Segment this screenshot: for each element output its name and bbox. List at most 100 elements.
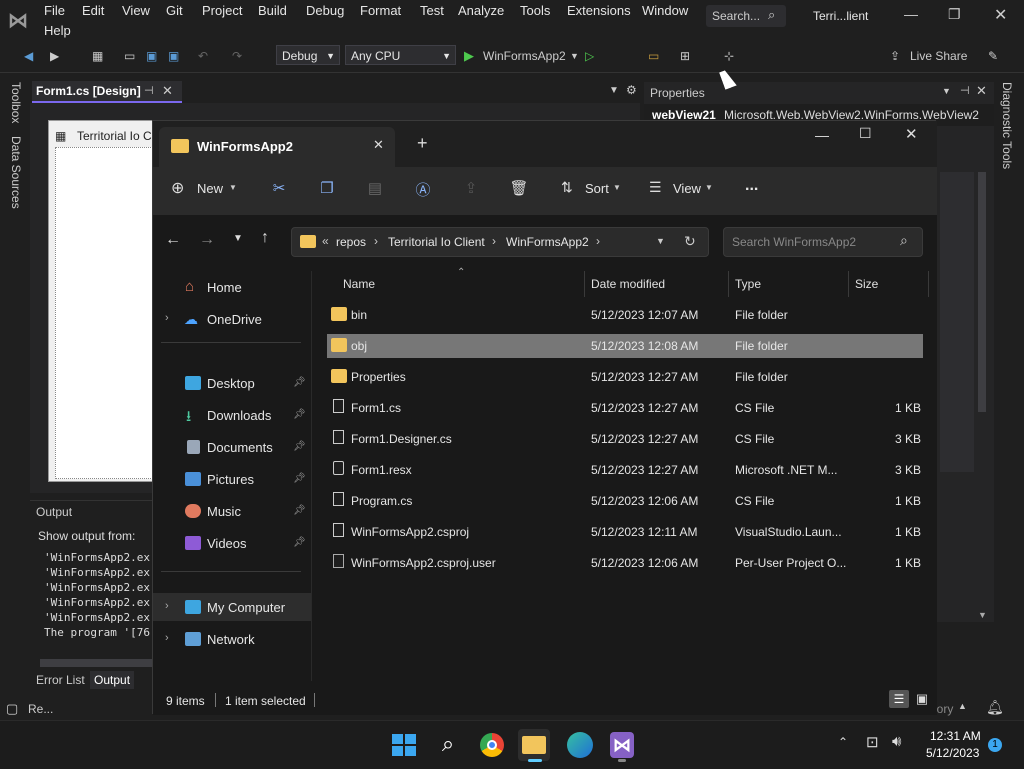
file-row[interactable]: Program.cs 5/12/2023 12:06 AM CS File 1 … xyxy=(327,489,923,513)
toolbox-tab[interactable]: Toolbox xyxy=(9,82,23,123)
file-row[interactable]: Form1.cs 5/12/2023 12:27 AM CS File 1 KB xyxy=(327,396,923,420)
pin-icon[interactable]: 📌︎ xyxy=(293,441,306,452)
file-row-selected[interactable]: obj 5/12/2023 12:08 AM File folder xyxy=(327,334,923,358)
menu-window[interactable]: Window xyxy=(642,3,688,18)
close-icon[interactable]: ✕ xyxy=(905,125,918,143)
nav-item-downloads[interactable]: ⭳ Downloads 📌︎ xyxy=(153,401,311,429)
live-share-button[interactable]: Live Share xyxy=(910,46,967,66)
delete-icon[interactable]: 🗑︎ xyxy=(509,179,529,199)
close-tab-icon[interactable]: ✕ xyxy=(162,83,173,99)
chevron-right-icon[interactable]: › xyxy=(165,632,169,644)
menu-file[interactable]: File xyxy=(44,3,65,18)
close-tab-icon[interactable]: ✕ xyxy=(373,137,384,153)
nav-item-videos[interactable]: Videos 📌︎ xyxy=(153,529,311,557)
nav-item-pictures[interactable]: Pictures 📌︎ xyxy=(153,465,311,493)
restore-icon[interactable]: ❐ xyxy=(948,6,961,23)
menu-tools[interactable]: Tools xyxy=(520,3,550,18)
properties-scrollbar[interactable] xyxy=(978,172,986,412)
column-header-size[interactable]: Size xyxy=(855,277,878,291)
file-row[interactable]: Form1.Designer.cs 5/12/2023 12:27 AM CS … xyxy=(327,427,923,451)
folder-icon[interactable]: ▭ xyxy=(648,46,659,66)
nav-item-desktop[interactable]: Desktop 📌︎ xyxy=(153,369,311,397)
chevron-down-icon[interactable]: ▼ xyxy=(609,85,619,96)
explorer-search-input[interactable]: Search WinFormsApp2 ⌕ xyxy=(723,227,923,257)
pin-icon[interactable]: ⊣ xyxy=(960,84,970,97)
menu-project[interactable]: Project xyxy=(202,3,242,18)
menu-help[interactable]: Help xyxy=(44,23,71,38)
configuration-select[interactable]: Debug ▼ xyxy=(276,45,340,65)
pin-icon[interactable]: 📌︎ xyxy=(293,409,306,420)
cut-icon[interactable]: ✂ xyxy=(269,179,289,199)
nav-item-documents[interactable]: Documents 📌︎ xyxy=(153,433,311,461)
file-row[interactable]: WinFormsApp2.csproj 5/12/2023 12:11 AM V… xyxy=(327,520,923,544)
vs-search-box[interactable]: Search... ⌕ xyxy=(706,5,786,27)
live-share-icon[interactable]: ⇪ xyxy=(890,46,900,66)
column-header-name[interactable]: Name xyxy=(343,277,375,291)
column-separator[interactable] xyxy=(584,271,585,297)
minimize-icon[interactable]: — xyxy=(815,127,829,143)
start-button[interactable] xyxy=(388,729,420,761)
address-dropdown-chevron-icon[interactable]: ▼ xyxy=(656,236,665,246)
start-target[interactable]: WinFormsApp2 xyxy=(483,46,566,66)
menu-test[interactable]: Test xyxy=(420,3,444,18)
diagnostic-tools-tab[interactable]: Diagnostic Tools xyxy=(1000,82,1014,169)
back-icon[interactable]: ◀ xyxy=(24,46,33,66)
pin-icon[interactable]: 📌︎ xyxy=(293,473,306,484)
menu-edit[interactable]: Edit xyxy=(82,3,104,18)
platform-select[interactable]: Any CPU ▼ xyxy=(345,45,456,65)
vs-logo-icon[interactable]: ⋈ xyxy=(8,8,32,32)
notification-bell-icon[interactable]: 🔔︎ xyxy=(986,699,1004,716)
menu-extensions[interactable]: Extensions xyxy=(567,3,631,18)
chevron-right-icon[interactable]: › xyxy=(165,312,169,324)
save-all-icon[interactable]: ▣ xyxy=(168,46,179,66)
search-icon[interactable]: ⌕ xyxy=(432,729,464,761)
redo-icon[interactable]: ↷ xyxy=(232,46,242,66)
output-scrollbar[interactable] xyxy=(40,659,152,667)
up-arrow-icon[interactable]: ↑ xyxy=(261,229,269,247)
gear-icon[interactable]: ⚙ xyxy=(626,83,637,97)
file-explorer-taskbar-icon[interactable] xyxy=(518,729,550,762)
menu-git[interactable]: Git xyxy=(166,3,183,18)
chevron-down-icon[interactable]: ▼ xyxy=(942,86,951,96)
chevron-down-icon[interactable]: ▼ xyxy=(978,610,987,620)
explorer-tab[interactable]: WinFormsApp2 ✕ xyxy=(159,127,395,167)
forward-icon[interactable]: ▶ xyxy=(50,46,59,66)
edge-icon[interactable] xyxy=(564,729,596,761)
breadcrumb-repos[interactable]: repos xyxy=(336,235,366,249)
column-separator[interactable] xyxy=(848,271,849,297)
sort-button[interactable]: Sort xyxy=(585,181,609,196)
file-row[interactable]: WinFormsApp2.csproj.user 5/12/2023 12:06… xyxy=(327,551,923,575)
new-tab-icon[interactable]: + xyxy=(417,133,428,154)
data-sources-tab[interactable]: Data Sources xyxy=(9,136,23,209)
pin-icon[interactable]: 📌︎ xyxy=(293,505,306,516)
designer-tab[interactable]: Form1.cs [Design] ⊣ ✕ xyxy=(32,81,182,103)
menu-view[interactable]: View xyxy=(122,3,150,18)
minimize-icon[interactable]: — xyxy=(904,6,918,22)
tab-error-list[interactable]: Error List xyxy=(36,673,85,687)
column-separator[interactable] xyxy=(928,271,929,297)
pin-icon[interactable]: 📌︎ xyxy=(293,377,306,388)
pin-icon[interactable]: ⊣ xyxy=(144,84,154,97)
start-without-debug-icon[interactable]: ▷ xyxy=(585,46,594,66)
rename-icon[interactable]: Ⓐ xyxy=(413,179,433,199)
file-row[interactable]: Properties 5/12/2023 12:27 AM File folde… xyxy=(327,365,923,389)
refresh-icon[interactable]: ↻ xyxy=(684,233,696,250)
open-icon[interactable]: ▭ xyxy=(124,46,135,66)
notification-badge[interactable]: 1 xyxy=(988,738,1002,752)
forward-arrow-icon[interactable]: → xyxy=(199,231,215,249)
nav-item-music[interactable]: Music 📌︎ xyxy=(153,497,311,525)
share-icon[interactable]: ⇪ xyxy=(461,179,481,199)
start-icon[interactable]: ▶ xyxy=(464,46,474,66)
column-header-date[interactable]: Date modified xyxy=(591,277,665,291)
network-status-icon[interactable]: ⊡ xyxy=(866,733,879,751)
nav-item-network[interactable]: › Network xyxy=(153,625,311,653)
undo-icon[interactable]: ↶ xyxy=(198,46,208,66)
menu-build[interactable]: Build xyxy=(258,3,287,18)
address-bar[interactable]: « repos › Territorial Io Client › WinFor… xyxy=(291,227,709,257)
more-options-button[interactable]: ... xyxy=(745,177,758,195)
clock-time[interactable]: 12:31 AM xyxy=(930,729,981,743)
menu-debug[interactable]: Debug xyxy=(306,3,344,18)
close-icon[interactable]: ✕ xyxy=(976,83,987,99)
copy-icon[interactable]: ❐ xyxy=(317,179,337,199)
back-arrow-icon[interactable]: ← xyxy=(165,231,181,249)
